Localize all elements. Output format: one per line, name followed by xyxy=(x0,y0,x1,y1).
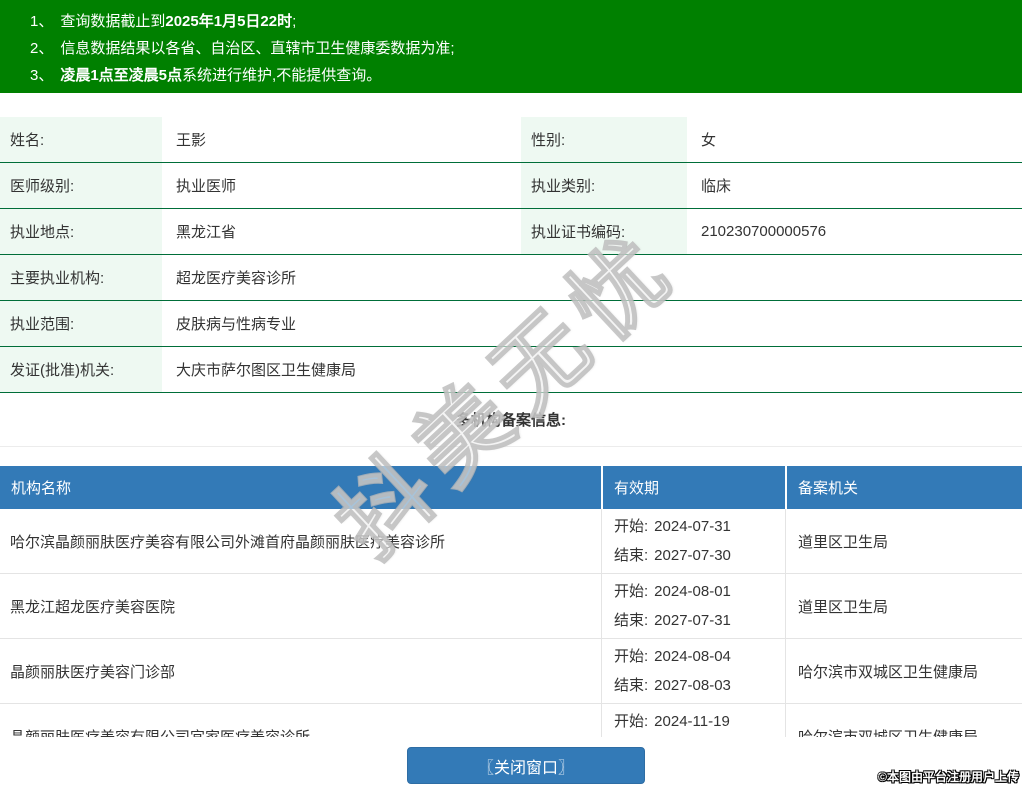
notice-text-segment: 查询数据截止到 xyxy=(60,13,166,30)
validity-end: 结束: 2027-08-03 xyxy=(614,671,785,700)
field-label: 姓名: xyxy=(0,117,162,162)
field-label: 执业类别: xyxy=(521,163,687,208)
end-date: 2027-07-31 xyxy=(654,612,731,629)
info-row: 主要执业机构: 超龙医疗美容诊所 xyxy=(0,255,1022,301)
field-value: 临床 xyxy=(701,178,732,195)
notice-line-2: 2、 信息数据结果以各省、自治区、直辖市卫生健康委数据为准; xyxy=(30,35,1012,62)
agency-cell: 道里区卫生局 xyxy=(785,574,1022,638)
institution-name-cell: 晶颜丽肤医疗美容门诊部 xyxy=(10,663,176,681)
info-row: 执业范围: 皮肤病与性病专业 xyxy=(0,301,1022,347)
notice-number: 1、 xyxy=(30,13,54,30)
table-row: 哈尔滨晶颜丽肤医疗美容有限公司外滩首府晶颜丽肤医疗美容诊所 开始: 2024-07-… xyxy=(0,509,1022,574)
start-date: 2024-07-31 xyxy=(654,518,731,535)
doctor-query-result-page: 1、 查询数据截止到2025年1月5日22时; 2、 信息数据结果以各省、自治区、直辖… xyxy=(0,0,1022,789)
agency-cell: 哈尔滨市双城区卫生健康局 xyxy=(785,639,1022,703)
field-value: 执业医师 xyxy=(176,178,237,195)
records-gap xyxy=(0,447,1022,466)
start-date: 2024-11-19 xyxy=(654,713,730,730)
field-label: 主要执业机构: xyxy=(0,255,162,300)
field-label: 执业证书编码: xyxy=(521,209,687,254)
records-table-body: 哈尔滨晶颜丽肤医疗美容有限公司外滩首府晶颜丽肤医疗美容诊所 开始: 2024-07-… xyxy=(0,509,1022,769)
notice-text-segment: 信息数据结果以各省、自治区、直辖市卫生健康委数据为准; xyxy=(60,40,455,57)
start-date: 2024-08-01 xyxy=(654,583,731,600)
field-value: 皮肤病与性病专业 xyxy=(176,316,297,333)
end-label: 结束: xyxy=(614,677,649,694)
institution-name-cell: 黑龙江超龙医疗美容医院 xyxy=(10,598,176,616)
field-label: 医师级别: xyxy=(0,163,162,208)
notice-banner: 1、 查询数据截止到2025年1月5日22时; 2、 信息数据结果以各省、自治区、直辖… xyxy=(0,0,1022,93)
info-row: 医师级别: 执业医师 执业类别: 临床 xyxy=(0,163,1022,209)
field-label: 发证(批准)机关: xyxy=(0,347,162,392)
field-value: 女 xyxy=(701,132,717,149)
field-label: 执业范围: xyxy=(0,301,162,346)
records-section-title: 多机构备案信息: xyxy=(0,393,1022,447)
validity-start: 开始: 2024-07-31 xyxy=(614,512,785,541)
validity-cell: 开始: 2024-07-31 结束: 2027-07-30 xyxy=(601,509,785,573)
field-value: 超龙医疗美容诊所 xyxy=(176,270,297,287)
field-label: 执业地点: xyxy=(0,209,162,254)
column-header-col-agency: 备案机关 xyxy=(785,466,1022,509)
records-table-header: 机构名称 有效期 备案机关 xyxy=(0,466,1022,509)
field-value: 大庆市萨尔图区卫生健康局 xyxy=(176,362,357,379)
table-row: 晶颜丽肤医疗美容门诊部 开始: 2024-08-04 结束: 2027-08-03 哈尔滨… xyxy=(0,639,1022,704)
agency-cell: 道里区卫生局 xyxy=(785,509,1022,573)
notice-text-segment: 系统进行维护,不能提供查询。 xyxy=(182,67,382,84)
start-label: 开始: xyxy=(614,583,649,600)
end-date: 2027-08-03 xyxy=(654,677,731,694)
info-row: 姓名: 王影 性别: 女 xyxy=(0,117,1022,163)
validity-cell: 开始: 2024-08-04 结束: 2027-08-03 xyxy=(601,639,785,703)
end-label: 结束: xyxy=(614,612,649,629)
field-value: 210230700000576 xyxy=(701,223,827,240)
institution-name-cell: 哈尔滨晶颜丽肤医疗美容有限公司外滩首府晶颜丽肤医疗美容诊所 xyxy=(10,533,446,551)
start-date: 2024-08-04 xyxy=(654,648,731,665)
validity-start: 开始: 2024-08-01 xyxy=(614,577,785,606)
validity-cell: 开始: 2024-08-01 结束: 2027-07-31 xyxy=(601,574,785,638)
table-row: 黑龙江超龙医疗美容医院 开始: 2024-08-01 结束: 2027-07-31 道里区… xyxy=(0,574,1022,639)
validity-start: 开始: 2024-08-04 xyxy=(614,642,785,671)
notice-number: 3、 xyxy=(30,67,54,84)
info-row: 发证(批准)机关: 大庆市萨尔图区卫生健康局 xyxy=(0,347,1022,393)
close-window-button[interactable]: 〖关闭窗口〗 xyxy=(407,747,645,784)
footer-bar: 〖关闭窗口〗 ©本图由平台注册用户上传 xyxy=(0,737,1022,789)
start-label: 开始: xyxy=(614,648,649,665)
column-header-col-name: 机构名称 xyxy=(11,480,72,497)
notice-number: 2、 xyxy=(30,40,54,57)
validity-end: 结束: 2027-07-30 xyxy=(614,541,785,570)
start-label: 开始: xyxy=(614,518,649,535)
validity-end: 结束: 2027-07-31 xyxy=(614,606,785,635)
records-table: 机构名称 有效期 备案机关 哈尔滨晶颜丽肤医疗美容有限公司外滩首府晶颜丽肤医疗美容诊… xyxy=(0,466,1022,769)
end-label: 结束: xyxy=(614,547,649,564)
notice-text-segment: ; xyxy=(292,13,297,30)
notice-line-1: 1、 查询数据截止到2025年1月5日22时; xyxy=(30,8,1012,35)
notice-text-segment: 凌晨1点至凌晨5点 xyxy=(60,67,183,84)
column-header-col-validity: 有效期 xyxy=(601,466,785,509)
validity-start: 开始: 2024-11-19 xyxy=(614,707,785,736)
copyright-watermark: ©本图由平台注册用户上传 xyxy=(878,770,1019,784)
notice-line-3: 3、 凌晨1点至凌晨5点系统进行维护,不能提供查询。 xyxy=(30,62,1012,89)
end-date: 2027-07-30 xyxy=(654,547,731,564)
info-row: 执业地点: 黑龙江省 执业证书编码: 210230700000576 xyxy=(0,209,1022,255)
field-value: 黑龙江省 xyxy=(176,224,237,241)
notice-text-segment: 2025年1月5日22时 xyxy=(165,13,293,30)
field-label: 性别: xyxy=(521,117,687,162)
doctor-info-table: 姓名: 王影 性别: 女医师级别: 执业医师 执业类别: 临床执业地点: 黑龙江省 执业证书编码… xyxy=(0,117,1022,393)
field-value: 王影 xyxy=(176,132,207,149)
start-label: 开始: xyxy=(614,713,649,730)
